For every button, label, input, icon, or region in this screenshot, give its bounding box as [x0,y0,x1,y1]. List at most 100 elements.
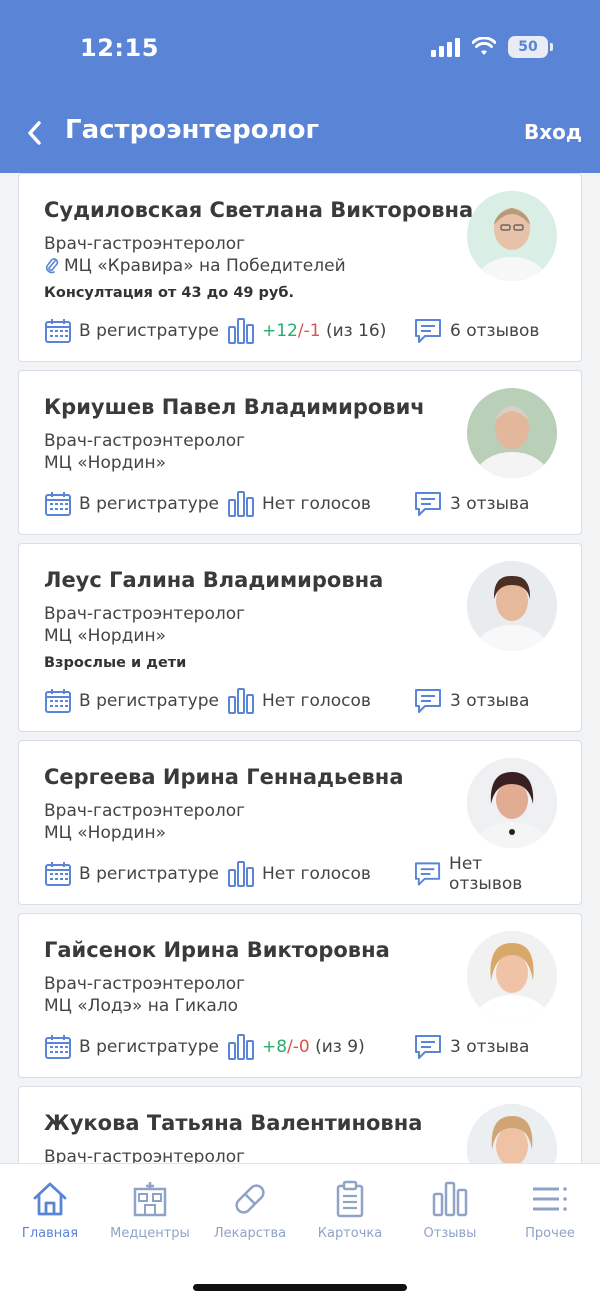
votes[interactable]: Нет голосов [227,490,371,518]
doctor-note: Консултация от 43 до 49 руб. [44,285,295,301]
status-indicators: 50 [431,36,553,58]
doctor-specialty: Врач-гастроэнтеролог [44,801,246,821]
tab-label: Главная [21,1226,79,1241]
reviews-count: 6 отзывов [450,321,540,341]
votes-total: (из 16) [320,321,387,341]
doctor-clinic: МЦ «Нордин» [44,626,166,646]
doctor-avatar [467,931,557,1021]
reviews-count: 3 отзыва [450,1037,530,1057]
doctor-avatar [467,758,557,848]
doctor-specialty: Врач-гастроэнтеролог [44,974,246,994]
reviews-link[interactable]: Нет отзывов [414,854,557,894]
doctor-name: Жукова Татьяна Валентиновна [44,1111,423,1135]
status-time: 12:15 [80,34,159,62]
doctor-avatar [467,191,557,281]
bar-chart-icon [227,861,254,887]
doctor-list[interactable]: Судиловская Светлана Викторовна Врач-гас… [0,173,600,1163]
doctor-meta: В регистратуре Нет голосов Нет отзывов [44,854,557,894]
pill-icon [235,1184,265,1214]
registration-label: В регистратуре [79,691,219,711]
bar-chart-icon [227,491,254,517]
doctor-card[interactable]: Судиловская Светлана Викторовна Врач-гас… [18,173,582,362]
chevron-left-icon [28,121,41,145]
bar-chart-icon [432,1181,468,1217]
page-title: Гастроэнтеролог [65,115,320,145]
doctor-name: Криушев Павел Владимирович [44,395,425,419]
votes[interactable]: +12/-1 (из 16) [227,317,386,345]
registration-status[interactable]: В регистратуре [44,317,219,345]
reviews-link[interactable]: 3 отзыва [414,1033,529,1061]
doctor-meta: В регистратуре +12/-1 (из 16) 6 отзывов [44,316,557,346]
calendar-icon [45,319,71,343]
bar-chart-icon [227,688,254,714]
registration-label: В регистратуре [79,321,219,341]
doctor-card[interactable]: Криушев Павел Владимирович Врач-гастроэн… [18,370,582,535]
clipboard-icon [336,1180,364,1218]
votes-value: Нет голосов [261,864,371,884]
comment-icon [414,862,441,886]
reviews-link[interactable]: 6 отзывов [414,317,539,345]
doctor-name: Сергеева Ирина Геннадьевна [44,765,404,789]
doctor-meta: В регистратуре +8/-0 (из 9) 3 отзыва [44,1032,557,1062]
votes-value: +8/-0 (из 9) [262,1037,365,1057]
bar-chart-icon [227,1034,254,1060]
doctor-meta: В регистратуре Нет голосов 3 отзыва [44,686,557,716]
calendar-icon [45,862,71,886]
comment-icon [415,689,441,713]
registration-status[interactable]: В регистратуре [44,860,219,888]
tab-medicines[interactable]: Лекарства [200,1180,300,1241]
doctor-avatar [467,388,557,478]
doctor-name: Гайсенок Ирина Викторовна [44,938,390,962]
tab-home[interactable]: Главная [0,1180,100,1241]
home-icon [33,1182,67,1216]
doctor-avatar [467,561,557,651]
clinic-name: МЦ «Кравира» на Победителей [64,256,346,276]
reviews-count: Нет отзывов [449,854,523,894]
doctor-clinic: МЦ «Нордин» [44,453,166,473]
registration-status[interactable]: В регистратуре [44,1033,219,1061]
login-button[interactable]: Вход [524,120,582,144]
votes-negative: -0 [292,1037,310,1057]
doctor-card[interactable]: Леус Галина Владимировна Врач-гастроэнте… [18,543,582,732]
back-button[interactable] [26,118,46,148]
registration-label: В регистратуре [79,494,219,514]
tab-reviews[interactable]: Отзывы [400,1180,500,1241]
registration-status[interactable]: В регистратуре [44,490,219,518]
comment-icon [415,492,441,516]
reviews-count: 3 отзыва [450,691,530,711]
votes[interactable]: Нет голосов [227,860,371,888]
tab-label: Карточка [317,1226,383,1241]
tab-card[interactable]: Карточка [300,1180,400,1241]
votes-positive: +12 [261,321,298,341]
reviews-link[interactable]: 3 отзыва [414,490,529,518]
registration-label: В регистратуре [79,1037,219,1057]
reviews-count: 3 отзыва [450,494,530,514]
doctor-clinic: МЦ «Нордин» [44,823,166,843]
votes[interactable]: +8/-0 (из 9) [227,1033,365,1061]
doctor-card[interactable]: Жукова Татьяна Валентиновна Врач-гастроэ… [18,1086,582,1163]
tab-bar: Главная Медцентры Лекарства Карточка Отз… [0,1163,600,1303]
tab-label: Отзывы [423,1226,477,1241]
votes[interactable]: Нет голосов [227,687,371,715]
doctor-card[interactable]: Сергеева Ирина Геннадьевна Врач-гастроэн… [18,740,582,905]
doctor-name: Судиловская Светлана Викторовна [44,198,474,222]
tab-more[interactable]: Прочее [500,1180,600,1241]
battery-icon: 50 [508,36,553,58]
registration-status[interactable]: В регистратуре [44,687,219,715]
doctor-meta: В регистратуре Нет голосов 3 отзыва [44,489,557,519]
tab-label: Лекарства [213,1226,287,1241]
comment-icon [415,319,441,343]
more-icon [533,1187,567,1211]
tab-medcenters[interactable]: Медцентры [100,1180,200,1241]
votes-total: (из 9) [309,1037,365,1057]
calendar-icon [45,1035,71,1059]
reviews-link[interactable]: 3 отзыва [414,687,529,715]
bar-chart-icon [227,318,254,344]
doctor-avatar [467,1104,557,1163]
tab-label: Медцентры [110,1226,190,1241]
tab-label: Прочее [525,1226,575,1241]
wifi-icon [472,37,496,55]
doctor-card[interactable]: Гайсенок Ирина Викторовна Врач-гастроэнт… [18,913,582,1078]
doctor-clinic: МЦ «Лодэ» на Гикало [44,996,239,1016]
home-indicator[interactable] [193,1284,407,1291]
